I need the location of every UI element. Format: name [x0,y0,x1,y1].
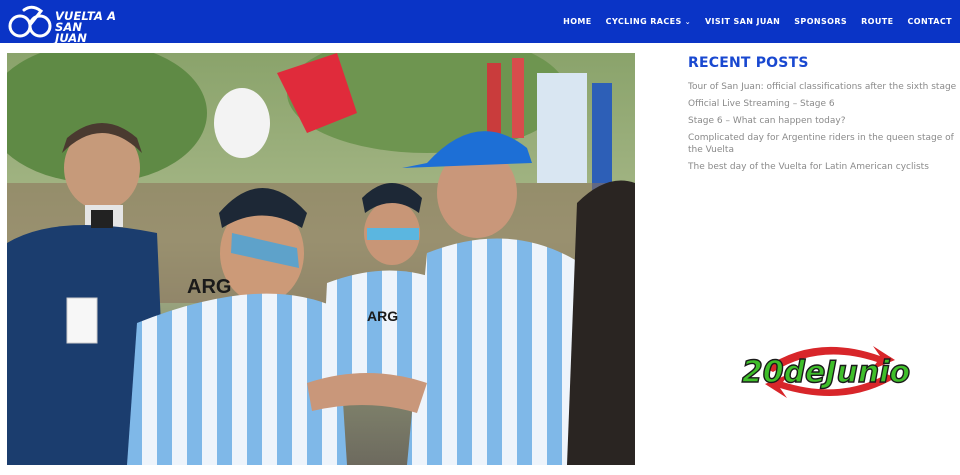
nav-route-label: ROUTE [861,17,894,26]
nav-visit-san-juan[interactable]: VISIT SAN JUAN [705,17,780,26]
nav-visit-san-juan-label: VISIT SAN JUAN [704,17,781,26]
recent-posts-title: RECENT POSTS [688,55,809,71]
nav-home-label: HOME [563,17,592,26]
site-logo[interactable]: VUELTA A SAN JUAN [8,5,118,44]
recent-post-link[interactable]: Stage 6 – What can happen today? [688,115,958,127]
nav-cycling-races-label: CYCLING RACES [605,17,682,26]
sponsor-logo-text: 20deJunio [742,355,910,390]
logo-line-2: SAN JUAN [55,20,88,45]
site-header: VUELTA A SAN JUAN HOME CYCLING RACES ⌄ V… [0,0,960,44]
recent-posts-list: Tour of San Juan: official classificatio… [688,81,958,173]
logo-bike-icon [8,5,52,38]
sponsor-ad-20-de-junio[interactable]: 20deJunio [695,338,957,404]
recent-post-link[interactable]: The best day of the Vuelta for Latin Ame… [688,161,958,173]
main-nav: HOME CYCLING RACES ⌄ VISIT SAN JUAN SPON… [549,0,952,43]
recent-post-link[interactable]: Tour of San Juan: official classificatio… [688,81,958,93]
recent-post-link[interactable]: Complicated day for Argentine riders in … [688,132,958,156]
recent-post-link[interactable]: Official Live Streaming – Stage 6 [688,98,958,110]
nav-home[interactable]: HOME [563,17,592,26]
nav-contact[interactable]: CONTACT [907,17,952,26]
logo-text: VUELTA A SAN JUAN [55,10,118,45]
jersey-text-left: ARG [187,276,231,298]
nav-route[interactable]: ROUTE [861,17,893,26]
recent-posts-widget: RECENT POSTS Tour of San Juan: official … [688,55,958,178]
nav-contact-label: CONTACT [907,17,952,26]
nav-sponsors-label: SPONSORS [794,17,848,26]
featured-photo[interactable]: ARG ARG [7,53,635,465]
photo-cyclists-scene: ARG ARG [7,53,635,465]
nav-sponsors[interactable]: SPONSORS [794,17,847,26]
chevron-down-icon: ⌄ [684,17,691,26]
sponsor-logo: 20deJunio [741,346,911,398]
nav-cycling-races[interactable]: CYCLING RACES ⌄ [606,17,691,26]
jersey-text-center: ARG [367,308,398,324]
